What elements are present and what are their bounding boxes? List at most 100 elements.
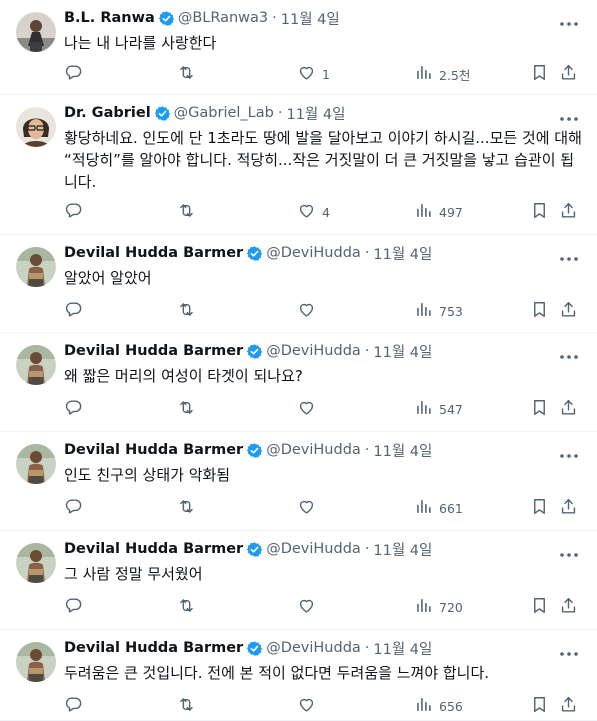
author-name[interactable]: Devilal Hudda Barmer	[64, 245, 243, 261]
more-icon[interactable]	[559, 107, 579, 121]
tweet-actions: 720	[56, 595, 586, 619]
more-icon[interactable]	[559, 12, 579, 26]
tweet-timestamp[interactable]: 11월 4일	[373, 341, 432, 362]
views-button[interactable]: 2.5천	[414, 62, 470, 86]
author-handle[interactable]: @Gabriel_Lab	[174, 105, 274, 121]
tweet[interactable]: Devilal Hudda Barmer @DeviHudda · 11월 4일 그 사…	[0, 531, 597, 630]
tweet[interactable]: Dr. Gabriel @Gabriel_Lab · 11월 4일 황당하네요. 인도에…	[0, 95, 597, 235]
author-handle[interactable]: @DeviHudda	[266, 640, 361, 656]
bookmark-button[interactable]	[530, 595, 549, 619]
retweet-button[interactable]	[177, 694, 202, 718]
retweet-button[interactable]	[177, 496, 202, 520]
bookmark-button[interactable]	[530, 397, 549, 421]
share-button[interactable]	[559, 62, 578, 86]
views-count: 753	[439, 303, 463, 319]
author-name[interactable]: Devilal Hudda Barmer	[64, 442, 243, 458]
retweet-button[interactable]	[177, 595, 202, 619]
reply-button[interactable]	[64, 595, 89, 619]
tweet-timestamp[interactable]: 11월 4일	[373, 539, 432, 560]
avatar[interactable]	[16, 345, 56, 385]
share-button[interactable]	[559, 200, 578, 224]
bookmark-button[interactable]	[530, 694, 549, 718]
tweet-actions: 4 497	[56, 200, 586, 224]
avatar[interactable]	[16, 543, 56, 583]
reply-button[interactable]	[64, 62, 89, 86]
author-handle[interactable]: @DeviHudda	[266, 541, 361, 557]
more-icon[interactable]	[559, 345, 579, 359]
avatar[interactable]	[16, 642, 56, 682]
author-name[interactable]: Devilal Hudda Barmer	[64, 640, 243, 656]
retweet-button[interactable]	[177, 62, 202, 86]
like-button[interactable]	[297, 496, 322, 520]
avatar[interactable]	[16, 444, 56, 484]
avatar[interactable]	[16, 12, 56, 52]
author-name[interactable]: Devilal Hudda Barmer	[64, 343, 243, 359]
share-button[interactable]	[559, 397, 578, 421]
tweet-actions: 1 2.5천	[56, 62, 586, 86]
tweet-timestamp[interactable]: 11월 4일	[373, 440, 432, 461]
like-button[interactable]: 4	[297, 200, 330, 224]
bookmark-button[interactable]	[530, 496, 549, 520]
views-icon	[414, 63, 433, 85]
avatar[interactable]	[16, 107, 56, 147]
reply-button[interactable]	[64, 397, 89, 421]
tweet[interactable]: Devilal Hudda Barmer @DeviHudda · 11월 4일 인도 …	[0, 432, 597, 531]
tweet[interactable]: Devilal Hudda Barmer @DeviHudda · 11월 4일 알았어…	[0, 235, 597, 333]
tweet-actions: 547	[56, 397, 586, 421]
retweet-icon	[177, 300, 196, 322]
tweet[interactable]: B.L. Ranwa @BLRanwa3 · 11월 4일 나는 내 나라를 사랑한다 1…	[0, 0, 597, 95]
views-count: 656	[439, 698, 463, 714]
author-handle[interactable]: @DeviHudda	[266, 343, 361, 359]
bookmark-button[interactable]	[530, 299, 549, 323]
more-icon[interactable]	[559, 543, 579, 557]
like-icon	[297, 201, 316, 223]
like-button[interactable]	[297, 595, 322, 619]
views-button[interactable]: 720	[414, 595, 463, 619]
tweet-timestamp[interactable]: 11월 4일	[373, 243, 432, 264]
reply-button[interactable]	[64, 299, 89, 323]
more-icon[interactable]	[559, 247, 579, 261]
author-name[interactable]: Dr. Gabriel	[64, 105, 151, 121]
like-button[interactable]: 1	[297, 62, 330, 86]
retweet-icon	[177, 63, 196, 85]
author-handle[interactable]: @DeviHudda	[266, 442, 361, 458]
bookmark-button[interactable]	[530, 200, 549, 224]
share-button[interactable]	[559, 694, 578, 718]
author-handle[interactable]: @BLRanwa3	[178, 10, 268, 26]
views-button[interactable]: 661	[414, 496, 463, 520]
author-name[interactable]: Devilal Hudda Barmer	[64, 541, 243, 557]
tweet-timestamp[interactable]: 11월 4일	[373, 638, 432, 659]
tweet[interactable]: Devilal Hudda Barmer @DeviHudda · 11월 4일 왜 짧…	[0, 333, 597, 432]
views-button[interactable]: 497	[414, 200, 463, 224]
share-icon	[559, 398, 578, 420]
views-button[interactable]: 547	[414, 397, 463, 421]
reply-button[interactable]	[64, 694, 89, 718]
views-button[interactable]: 656	[414, 694, 463, 718]
share-icon	[559, 300, 578, 322]
reply-button[interactable]	[64, 496, 89, 520]
more-icon[interactable]	[559, 444, 579, 458]
like-button[interactable]	[297, 694, 322, 718]
tweet-header: Devilal Hudda Barmer @DeviHudda · 11월 4일	[64, 341, 432, 361]
author-handle[interactable]: @DeviHudda	[266, 245, 361, 261]
retweet-button[interactable]	[177, 397, 202, 421]
tweet-timestamp[interactable]: 11월 4일	[281, 8, 340, 29]
views-count: 661	[439, 500, 463, 516]
share-button[interactable]	[559, 299, 578, 323]
author-name[interactable]: B.L. Ranwa	[64, 10, 155, 26]
like-icon	[297, 300, 316, 322]
more-icon[interactable]	[559, 642, 579, 656]
tweet-text: 인도 친구의 상태가 악화됨	[64, 466, 231, 484]
reply-button[interactable]	[64, 200, 89, 224]
views-button[interactable]: 753	[414, 299, 463, 323]
share-button[interactable]	[559, 595, 578, 619]
like-button[interactable]	[297, 397, 322, 421]
bookmark-button[interactable]	[530, 62, 549, 86]
retweet-button[interactable]	[177, 200, 202, 224]
avatar[interactable]	[16, 247, 56, 287]
tweet-timestamp[interactable]: 11월 4일	[286, 103, 345, 124]
retweet-button[interactable]	[177, 299, 202, 323]
share-button[interactable]	[559, 496, 578, 520]
tweet[interactable]: Devilal Hudda Barmer @DeviHudda · 11월 4일 두려움…	[0, 630, 597, 721]
like-button[interactable]	[297, 299, 322, 323]
